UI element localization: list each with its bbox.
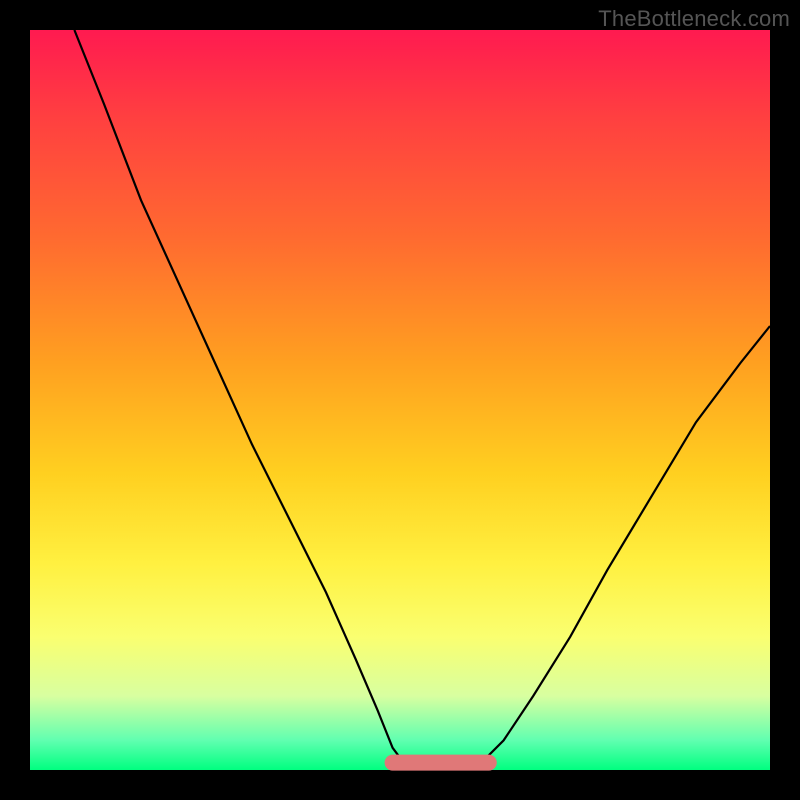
plot-area — [30, 30, 770, 770]
bottleneck-curve — [30, 30, 770, 770]
watermark-text: TheBottleneck.com — [598, 6, 790, 32]
chart-frame: TheBottleneck.com — [0, 0, 800, 800]
curve-path — [74, 30, 770, 766]
